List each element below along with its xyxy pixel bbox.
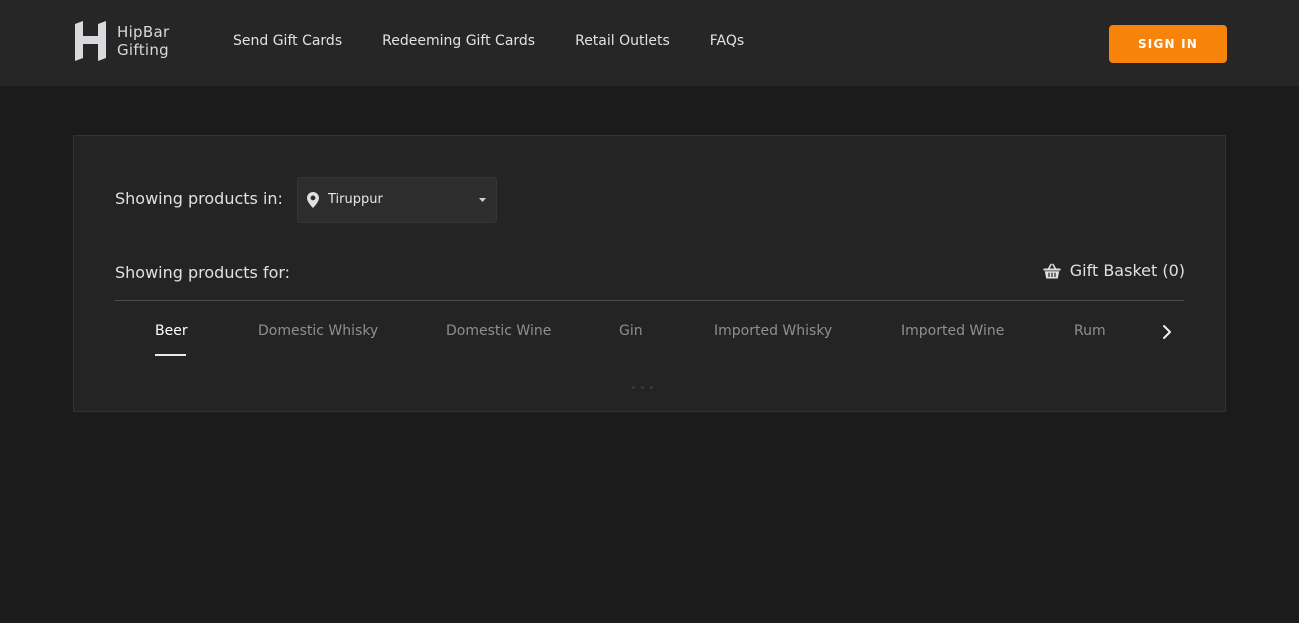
logo-text-line1: HipBar bbox=[117, 23, 170, 41]
category-tabs: Beer Domestic Whisky Domestic Wine Gin I… bbox=[74, 322, 1225, 362]
loading-indicator bbox=[632, 386, 653, 389]
sign-in-button[interactable]: SIGN IN bbox=[1109, 25, 1227, 63]
hipbar-logo-mark bbox=[75, 21, 106, 61]
logo-text: HipBar Gifting bbox=[117, 23, 169, 59]
products-for-label: Showing products for: bbox=[115, 263, 291, 282]
products-panel: Showing products in: Tiruppur Showing pr… bbox=[73, 135, 1226, 412]
location-label: Showing products in: bbox=[115, 189, 283, 208]
tab-domestic-whisky[interactable]: Domestic Whisky bbox=[258, 322, 378, 340]
location-select-value: Tiruppur bbox=[328, 192, 383, 207]
active-tab-indicator bbox=[155, 354, 186, 356]
location-select[interactable]: Tiruppur bbox=[297, 177, 497, 223]
main-nav: Send Gift Cards Redeeming Gift Cards Ret… bbox=[233, 32, 744, 50]
tab-imported-wine[interactable]: Imported Wine bbox=[901, 322, 1004, 340]
logo-text-line2: Gifting bbox=[117, 41, 169, 59]
nav-send-gift-cards[interactable]: Send Gift Cards bbox=[233, 32, 342, 50]
tab-beer[interactable]: Beer bbox=[155, 322, 188, 340]
section-divider bbox=[115, 300, 1184, 301]
caret-down-icon bbox=[479, 198, 486, 202]
loading-dot bbox=[650, 386, 653, 389]
map-pin-icon bbox=[307, 192, 319, 208]
gift-basket-label: Gift Basket (0) bbox=[1069, 261, 1185, 280]
basket-icon bbox=[1043, 263, 1061, 278]
gift-basket-button[interactable]: Gift Basket (0) bbox=[1043, 261, 1185, 280]
hipbar-logo[interactable]: HipBar Gifting bbox=[72, 21, 169, 61]
loading-dot bbox=[632, 386, 635, 389]
nav-faqs[interactable]: FAQs bbox=[710, 32, 744, 50]
top-header: HipBar Gifting Send Gift Cards Redeeming… bbox=[0, 0, 1299, 86]
nav-retail-outlets[interactable]: Retail Outlets bbox=[575, 32, 670, 50]
tab-domestic-wine[interactable]: Domestic Wine bbox=[446, 322, 551, 340]
chevron-right-icon[interactable] bbox=[1159, 322, 1175, 342]
tab-gin[interactable]: Gin bbox=[619, 322, 643, 340]
tab-imported-whisky[interactable]: Imported Whisky bbox=[714, 322, 832, 340]
nav-redeeming-gift-cards[interactable]: Redeeming Gift Cards bbox=[382, 32, 535, 50]
loading-dot bbox=[641, 386, 644, 389]
tab-rum[interactable]: Rum bbox=[1074, 322, 1106, 340]
